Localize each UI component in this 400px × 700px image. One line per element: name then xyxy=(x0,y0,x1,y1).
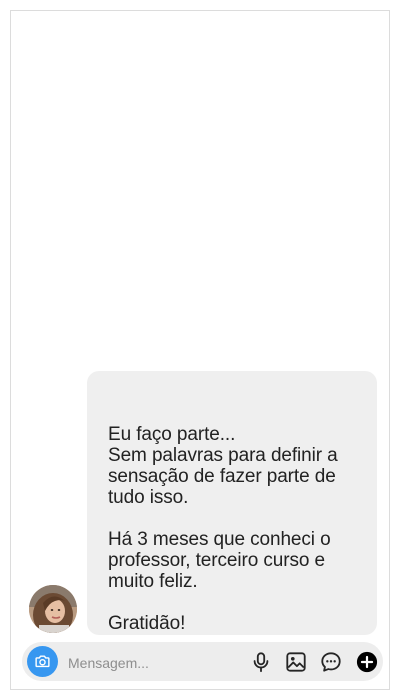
message-input[interactable] xyxy=(66,642,230,683)
add-button[interactable] xyxy=(356,651,378,673)
message-bubble: Eu faço parte... Sem palavras para defin… xyxy=(87,371,377,635)
gallery-icon xyxy=(286,652,306,672)
camera-button[interactable] xyxy=(27,646,58,677)
avatar-photo xyxy=(29,585,77,633)
avatar[interactable] xyxy=(29,585,77,633)
sticker-icon xyxy=(321,652,341,672)
gallery-button[interactable] xyxy=(285,651,307,673)
chat-screen: Eu faço parte... Sem palavras para defin… xyxy=(10,10,390,690)
camera-icon xyxy=(35,655,50,668)
sticker-button[interactable] xyxy=(320,651,342,673)
add-icon xyxy=(356,651,378,673)
microphone-icon xyxy=(253,652,269,673)
microphone-button[interactable] xyxy=(250,651,272,673)
message-text: Eu faço parte... Sem palavras para defin… xyxy=(108,424,338,634)
message-composer xyxy=(22,642,383,683)
